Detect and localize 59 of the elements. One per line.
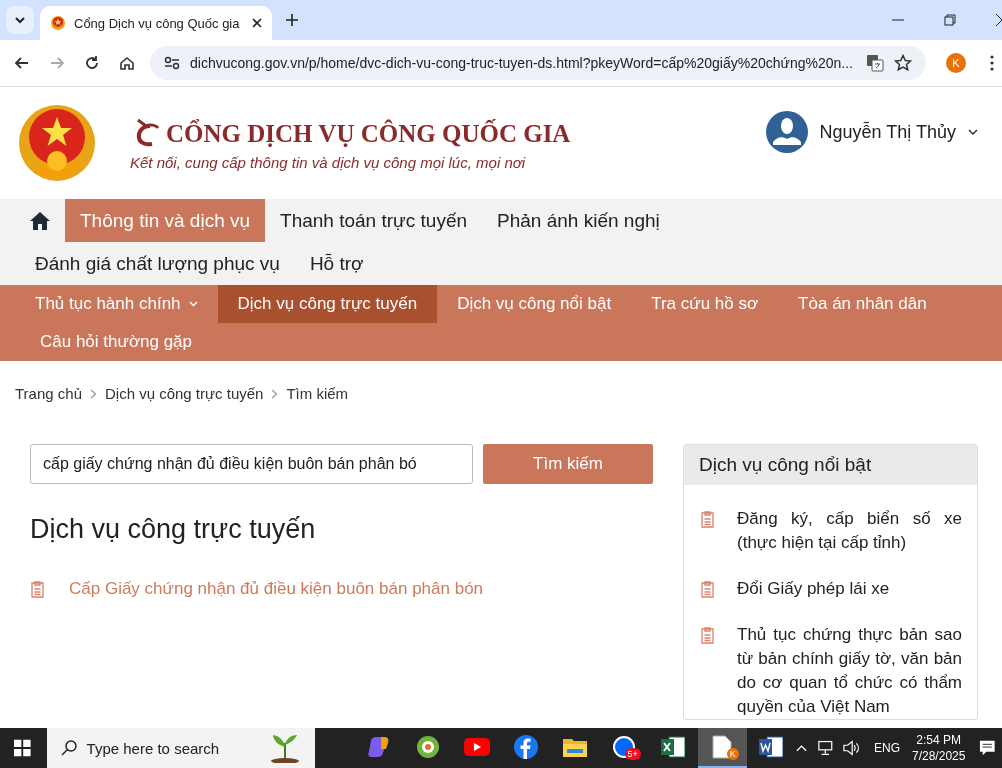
results-heading: Dịch vụ công trực tuyến: [30, 514, 317, 545]
document-icon: [700, 581, 715, 598]
search-field[interactable]: cấp giấy chứng nhận đủ điều kiện buôn bán phân bó: [30, 444, 473, 484]
user-menu[interactable]: Nguyễn Thị Thủy: [765, 111, 978, 153]
featured-link[interactable]: Đổi Giấy phép lái xe: [737, 577, 890, 601]
folder-icon: [563, 737, 588, 757]
chevron-right-icon: [271, 388, 279, 399]
browser-tab[interactable]: Cổng Dịch vụ công Quốc gia: [40, 6, 272, 40]
featured-link[interactable]: Thủ tục chứng thực bản sao từ bản chính giấy tờ, văn bản do cơ quan tổ chức có thẩm quyền của Việt Nam: [737, 623, 962, 719]
speaker-icon[interactable]: [843, 740, 860, 756]
translate-icon[interactable]: [866, 54, 884, 72]
site-tagline: Kết nối, cung cấp thông tin và dịch vụ công mọi lúc, mọi nơi: [130, 153, 527, 171]
clock[interactable]: 2:54 PM 7/28/2025: [912, 732, 966, 764]
notification-icon[interactable]: [979, 739, 996, 757]
featured-link[interactable]: Đăng ký, cấp biển số xe (thực hiện tại cấp tỉnh): [737, 507, 962, 555]
taskbar-app[interactable]: 5+: [599, 728, 649, 768]
taskbar-search[interactable]: Type here to search: [46, 728, 315, 768]
panel-header: Dịch vụ công nổi bật: [684, 445, 977, 485]
new-tab-icon[interactable]: [286, 14, 298, 26]
f-logo-icon: [514, 735, 539, 759]
document-icon: [700, 511, 715, 528]
language-indicator[interactable]: ENG: [874, 741, 900, 755]
restore-icon[interactable]: [944, 14, 956, 26]
caret-icon: [968, 128, 978, 136]
home-icon[interactable]: [30, 211, 50, 230]
document-icon: [30, 580, 45, 598]
emblem-icon: [50, 15, 66, 31]
nav-tab[interactable]: Hỗ trợ: [294, 242, 379, 285]
menu-icon[interactable]: [990, 55, 994, 71]
search-icon: [60, 740, 77, 756]
breadcrumb-link[interactable]: Trang chủ: [15, 385, 82, 402]
ring-icon: [416, 735, 441, 759]
nav-tab[interactable]: Thanh toán trực tuyến: [265, 199, 483, 242]
text-document-icon: [759, 736, 784, 758]
spreadsheet-icon: [661, 736, 686, 758]
chevron-up-icon[interactable]: [795, 744, 807, 752]
site-title: CỔNG DỊCH VỤ CÔNG QUỐC GIA: [166, 119, 571, 148]
breadcrumb-link[interactable]: Dịch vụ công trực tuyến: [105, 385, 264, 402]
tab-title: Cổng Dịch vụ công Quốc gia: [74, 15, 241, 31]
address-bar[interactable]: dichvucong.gov.vn/p/home/dvc-dich-vu-cong-truc-tuyen-ds.html?pkeyWord=cấp%20giấy%20chứng%20n...: [150, 46, 926, 80]
star-icon[interactable]: [894, 54, 912, 72]
subnav-tab[interactable]: Dịch vụ công trực tuyến: [217, 285, 438, 323]
user-avatar-icon: [765, 111, 808, 153]
start-icon[interactable]: [14, 739, 31, 757]
network-icon[interactable]: [816, 740, 834, 756]
url-text: dichvucong.gov.vn/p/home/dvc-dich-vu-cong-truc-tuyen-ds.html?pkeyWord=cấp%20giấy%20chứng%20n...: [190, 55, 854, 71]
play-icon: [464, 738, 491, 756]
chevron-right-icon: [90, 388, 97, 399]
breadcrumb-current: Tìm kiếm: [286, 385, 349, 402]
close-icon[interactable]: [252, 18, 262, 28]
site-settings-icon[interactable]: [164, 56, 180, 70]
document-icon: [700, 627, 715, 644]
back-icon[interactable]: [14, 55, 30, 71]
nav-tab[interactable]: Đánh giá chất lượng phục vụ: [20, 242, 295, 285]
nav-tab[interactable]: Phản ánh kiến nghị: [482, 199, 675, 242]
caret-icon: [14, 16, 26, 24]
reload-icon[interactable]: [84, 55, 100, 71]
tab-list-button[interactable]: [6, 6, 34, 34]
home-icon[interactable]: [119, 55, 135, 71]
